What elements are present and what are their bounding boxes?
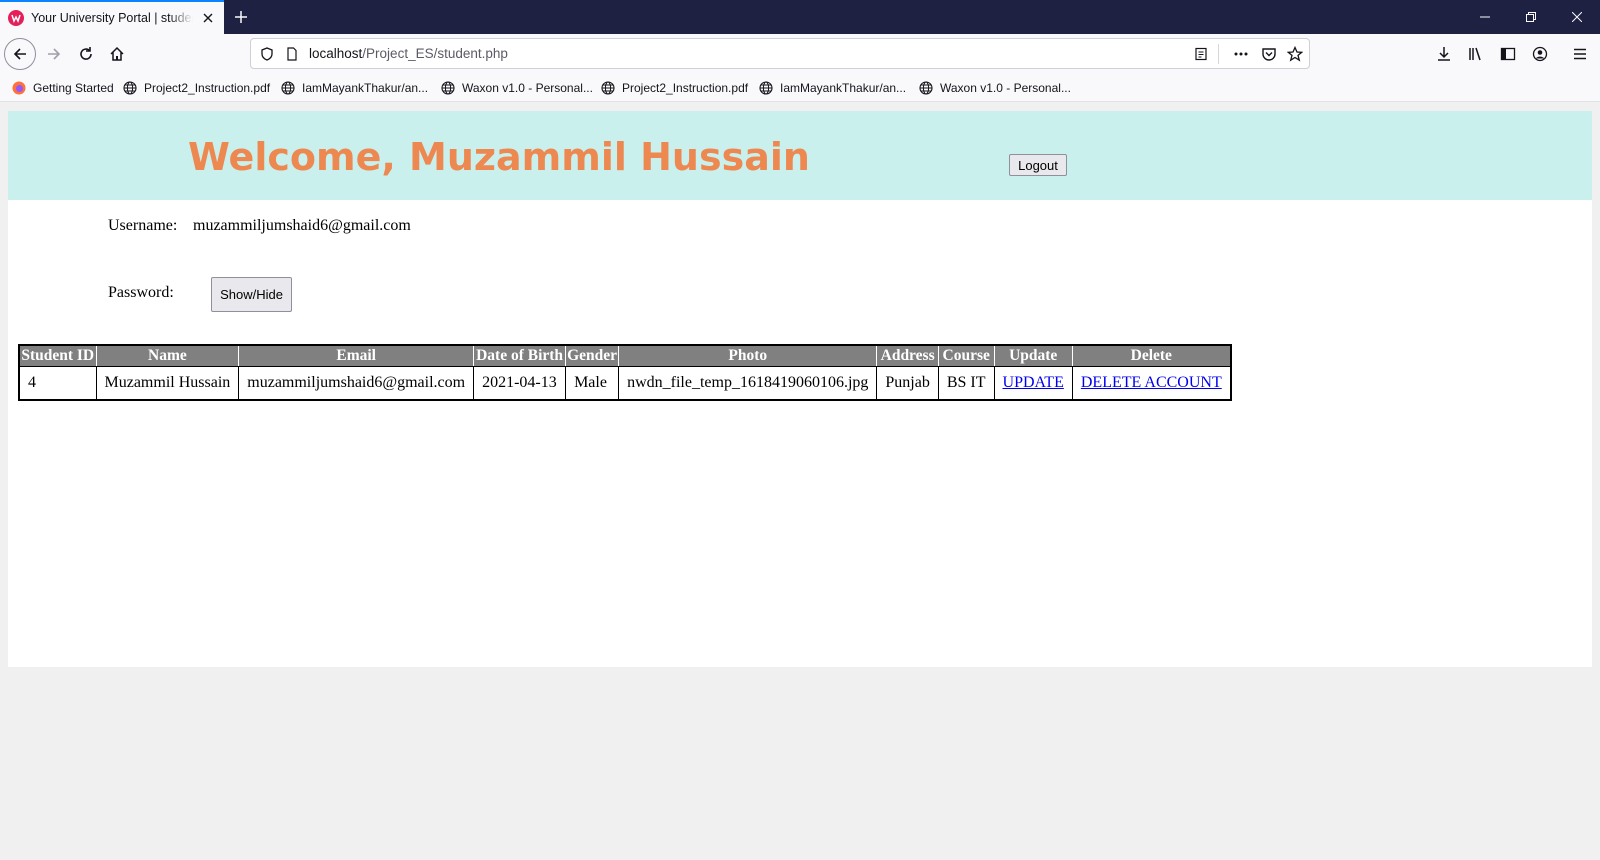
globe-icon [280,80,296,96]
account-icon[interactable] [1524,38,1556,70]
home-icon[interactable] [101,38,133,70]
logout-button[interactable]: Logout [1009,154,1067,176]
table-header-row: Student ID Name Email Date of Birth Gend… [19,345,1231,367]
username-value: muzammiljumshaid6@gmail.com [193,217,411,234]
globe-icon [600,80,616,96]
tab-close-icon[interactable] [200,10,216,26]
tab-title: Your University Portal | student [31,11,193,25]
globe-icon [440,80,456,96]
close-window-icon[interactable] [1554,0,1600,34]
cell-update: UPDATE [994,366,1073,400]
bookmark-star-icon[interactable] [1287,46,1303,62]
shield-icon[interactable] [259,46,275,62]
bookmark-label: IamMayankThakur/an... [780,81,907,95]
url-text[interactable]: localhost/Project_ES/student.php [309,46,508,61]
delete-account-link[interactable]: DELETE ACCOUNT [1081,374,1222,391]
column-header: Update [994,345,1073,367]
bookmark-item[interactable]: IamMayankThakur/an... [758,79,906,97]
cell-student-id: 4 [19,366,97,400]
welcome-header: Welcome, Muzammil Hussain Logout [8,111,1592,200]
cell-name: Muzammil Hussain [96,366,240,400]
table-row: 4 Muzammil Hussain muzammiljumshaid6@gma… [19,366,1231,400]
password-label: Password: [108,284,174,301]
globe-icon [122,80,138,96]
site-favicon-icon [8,10,24,26]
url-path: /Project_ES/student.php [362,46,508,61]
page-viewport: Welcome, Muzammil Hussain Logout Usernam… [0,103,1600,860]
address-bar[interactable]: localhost/Project_ES/student.php [250,38,1310,69]
bookmark-label: Getting Started [33,81,114,95]
reader-view-icon[interactable] [1193,46,1209,62]
sidebar-icon[interactable] [1492,38,1524,70]
browser-tab[interactable]: Your University Portal | student [0,0,224,34]
firefox-icon [11,80,27,96]
cell-gender: Male [565,366,620,400]
bookmark-item[interactable]: Waxon v1.0 - Personal... [918,79,1071,97]
bookmark-item[interactable]: Waxon v1.0 - Personal... [440,79,593,97]
bookmark-label: Waxon v1.0 - Personal... [940,81,1071,95]
column-header: Name [96,345,240,367]
update-link[interactable]: UPDATE [1003,374,1064,391]
bookmark-item[interactable]: Project2_Instruction.pdf [122,79,270,97]
column-header: Date of Birth [473,345,567,367]
cell-photo: nwdn_file_temp_1618419060106.jpg [618,366,878,400]
bookmark-item[interactable]: Project2_Instruction.pdf [600,79,748,97]
more-actions-icon[interactable] [1233,46,1249,62]
bookmark-label: Project2_Instruction.pdf [144,81,271,95]
url-host: localhost [309,46,363,61]
cell-dob: 2021-04-13 [473,366,567,400]
library-icon[interactable] [1460,38,1492,70]
minimize-icon[interactable] [1462,0,1508,34]
column-header: Address [876,345,939,367]
downloads-icon[interactable] [1428,38,1460,70]
username-label: Username: [108,217,178,234]
bookmark-label: Waxon v1.0 - Personal... [462,81,593,95]
new-tab-icon[interactable] [230,6,252,28]
column-header: Course [938,345,995,367]
bookmark-label: IamMayankThakur/an... [302,81,429,95]
menu-icon[interactable] [1564,38,1596,70]
browser-navbar: localhost/Project_ES/student.php [0,34,1600,74]
restore-icon[interactable] [1508,0,1554,34]
forward-icon[interactable] [38,38,70,70]
column-header: Delete [1072,345,1231,367]
bookmarks-toolbar: Getting Started Project2_Instruction.pdf… [0,74,1600,102]
show-hide-password-button[interactable]: Show/Hide [211,277,292,312]
bookmark-item[interactable]: IamMayankThakur/an... [280,79,428,97]
globe-icon [758,80,774,96]
cell-delete: DELETE ACCOUNT [1072,366,1230,400]
column-header: Gender [565,345,620,367]
page-icon[interactable] [284,46,300,62]
column-header: Student ID [19,345,97,367]
back-icon[interactable] [4,38,36,70]
cell-course: BS IT [938,366,995,400]
student-table: Student ID Name Email Date of Birth Gend… [18,344,1232,401]
bookmark-item[interactable]: Getting Started [11,79,114,97]
cell-email: muzammiljumshaid6@gmail.com [238,366,475,400]
globe-icon [918,80,934,96]
student-page: Welcome, Muzammil Hussain Logout Usernam… [8,111,1592,667]
bookmark-label: Project2_Instruction.pdf [622,81,749,95]
column-header: Email [238,345,475,367]
url-separator [1218,44,1219,64]
column-header: Photo [618,345,878,367]
reload-icon[interactable] [70,38,102,70]
cell-address: Punjab [876,366,939,400]
browser-titlebar: Your University Portal | student [0,0,1600,34]
welcome-title: Welcome, Muzammil Hussain [188,135,810,179]
pocket-icon[interactable] [1261,46,1277,62]
